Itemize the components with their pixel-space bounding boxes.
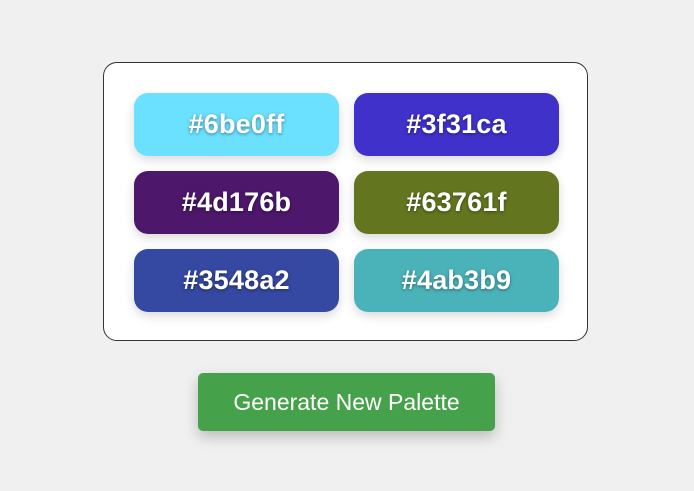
swatch-hex-label: #63761f <box>406 187 507 217</box>
palette-card: #6be0ff #3f31ca #4d176b #63761f #3548a2 … <box>103 62 588 341</box>
color-swatch-6[interactable]: #4ab3b9 <box>354 249 559 312</box>
swatch-hex-label: #3548a2 <box>183 265 290 295</box>
color-swatch-4[interactable]: #63761f <box>354 171 559 234</box>
color-swatch-1[interactable]: #6be0ff <box>134 93 339 156</box>
color-swatch-2[interactable]: #3f31ca <box>354 93 559 156</box>
swatch-hex-label: #4d176b <box>181 187 292 217</box>
generate-new-palette-button[interactable]: Generate New Palette <box>198 373 495 431</box>
swatch-hex-label: #4ab3b9 <box>401 265 512 295</box>
color-swatch-5[interactable]: #3548a2 <box>134 249 339 312</box>
swatch-hex-label: #6be0ff <box>188 109 285 139</box>
swatch-hex-label: #3f31ca <box>406 109 507 139</box>
swatch-grid: #6be0ff #3f31ca #4d176b #63761f #3548a2 … <box>134 93 559 312</box>
color-swatch-3[interactable]: #4d176b <box>134 171 339 234</box>
